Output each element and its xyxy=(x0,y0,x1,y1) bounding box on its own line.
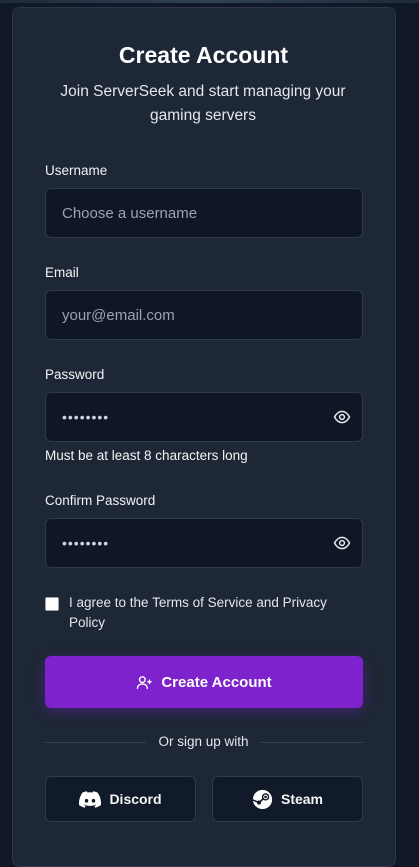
create-account-label: Create Account xyxy=(161,673,272,691)
page-title: Create Account xyxy=(118,42,289,68)
email-input[interactable]: your@email.com xyxy=(45,290,363,340)
divider-line-right xyxy=(260,742,363,743)
user-plus-icon xyxy=(137,675,152,689)
email-placeholder: your@email.com xyxy=(62,306,175,324)
email-label: Email xyxy=(45,265,79,280)
discord-icon xyxy=(79,790,102,808)
steam-label: Steam xyxy=(280,791,324,807)
username-input[interactable]: Choose a username xyxy=(45,188,363,238)
confirm-password-input[interactable]: •••••••• xyxy=(45,518,363,568)
page-subtitle: Join ServerSeek and start managing your … xyxy=(60,83,346,124)
username-placeholder: Choose a username xyxy=(62,204,198,222)
password-label: Password xyxy=(45,367,105,382)
confirm-password-value: •••••••• xyxy=(62,535,110,551)
terms-label: I agree to the Terms of Service and Priv… xyxy=(69,595,327,630)
discord-label: Discord xyxy=(109,791,162,807)
eye-icon[interactable] xyxy=(333,534,351,552)
username-label: Username xyxy=(45,163,108,178)
steam-button[interactable]: Steam xyxy=(212,776,363,822)
top-strip xyxy=(0,0,419,3)
password-input[interactable]: •••••••• xyxy=(45,392,363,442)
terms-checkbox[interactable] xyxy=(45,597,59,611)
password-hint: Must be at least 8 characters long xyxy=(45,448,248,463)
steam-icon xyxy=(252,789,273,809)
password-value: •••••••• xyxy=(62,409,110,425)
create-account-button[interactable]: Create Account xyxy=(45,656,363,708)
discord-button[interactable]: Discord xyxy=(45,776,196,822)
eye-icon[interactable] xyxy=(333,408,351,426)
confirm-password-label: Confirm Password xyxy=(45,493,156,508)
